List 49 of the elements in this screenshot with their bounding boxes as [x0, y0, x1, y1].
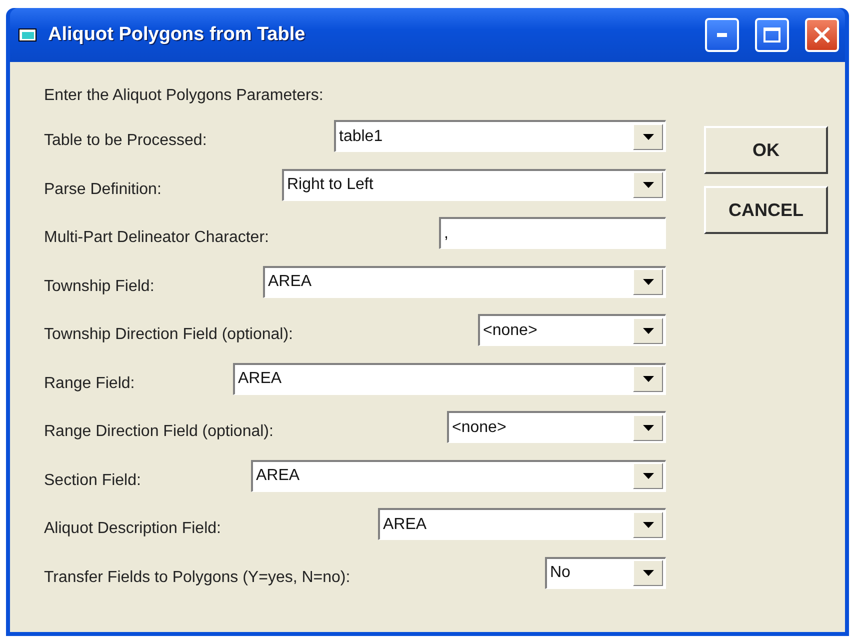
- maximize-button[interactable]: [755, 18, 789, 52]
- dropdown[interactable]: AREA: [251, 460, 666, 492]
- caret-icon: [642, 328, 654, 334]
- field-label: Parse Definition:: [44, 180, 162, 198]
- field-label: Section Field:: [44, 472, 141, 490]
- ok-button[interactable]: OK: [704, 126, 828, 174]
- field-label: Aliquot Description Field:: [44, 520, 221, 538]
- dropdown-button[interactable]: [633, 124, 663, 150]
- caret-icon: [642, 473, 654, 479]
- minimize-icon: [717, 33, 727, 37]
- field-label: Range Field:: [44, 374, 135, 392]
- cancel-button[interactable]: CANCEL: [704, 186, 828, 234]
- dropdown[interactable]: AREA: [378, 508, 666, 540]
- dropdown[interactable]: Right to Left: [282, 168, 666, 200]
- minimize-button[interactable]: [705, 18, 739, 52]
- input-field[interactable]: ,: [439, 217, 666, 249]
- caret-icon: [642, 279, 654, 285]
- field-label: Table to be Processed:: [44, 132, 207, 150]
- field-label: Transfer Fields to Polygons (Y=yes, N=no):: [44, 568, 350, 586]
- dropdown-button[interactable]: [633, 560, 663, 586]
- caret-icon: [642, 424, 654, 430]
- field-label: Multi-Part Delineator Character:: [44, 229, 269, 247]
- dropdown[interactable]: AREA: [263, 266, 666, 298]
- dropdown[interactable]: <none>: [478, 314, 666, 346]
- dropdown-button[interactable]: [633, 318, 663, 344]
- field-label: Range Direction Field (optional):: [44, 423, 274, 441]
- dropdown-button[interactable]: [633, 269, 663, 295]
- window-title: Aliquot Polygons from Table: [48, 24, 306, 46]
- caret-icon: [642, 134, 654, 140]
- field-label: Township Direction Field (optional):: [44, 326, 293, 344]
- close-icon: [813, 26, 831, 44]
- caret-icon: [642, 522, 654, 528]
- dropdown[interactable]: <none>: [447, 411, 666, 443]
- dropdown-button[interactable]: [633, 172, 663, 198]
- dropdown-button[interactable]: [633, 366, 663, 392]
- dropdown-button[interactable]: [633, 512, 663, 538]
- dropdown[interactable]: table1: [334, 120, 666, 152]
- caret-icon: [642, 376, 654, 382]
- close-button[interactable]: [805, 18, 839, 52]
- caret-icon: [642, 570, 654, 576]
- dropdown[interactable]: No: [545, 556, 666, 588]
- instruction-text: Enter the Aliquot Polygons Parameters:: [44, 87, 324, 105]
- dropdown-button[interactable]: [633, 414, 663, 440]
- dropdown[interactable]: AREA: [233, 362, 666, 394]
- field-label: Township Field:: [44, 278, 154, 296]
- maximize-icon: [763, 27, 781, 43]
- window-icon: [18, 27, 38, 43]
- caret-icon: [642, 182, 654, 188]
- dropdown-button[interactable]: [633, 463, 663, 489]
